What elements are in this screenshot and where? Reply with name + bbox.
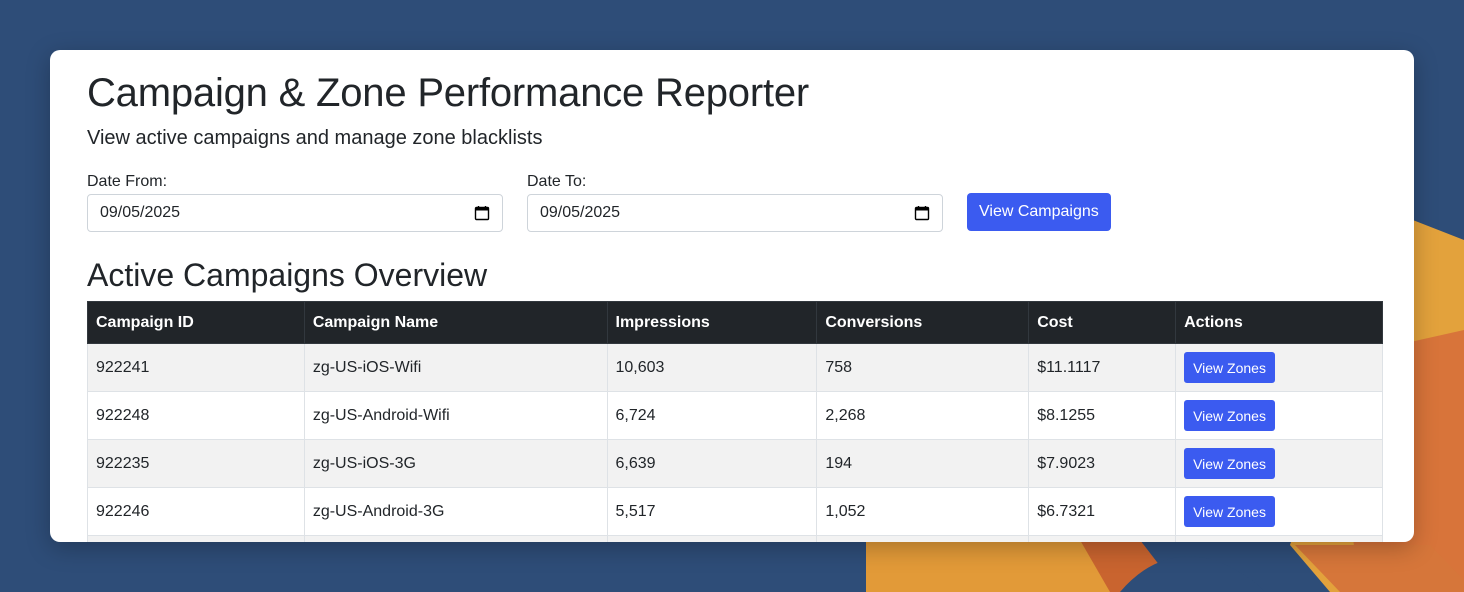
cell-impressions: 10,603: [606, 343, 818, 392]
table-row: 922241 zg-US-iOS-Wifi 10,603 758 $11.111…: [87, 343, 1383, 392]
cell-actions: View Zones: [1175, 487, 1383, 536]
cell-conversions: 2,268: [816, 391, 1030, 440]
cell-campaign-name: zg-US-Android-3G: [303, 487, 608, 536]
date-to-value: 09/05/2025: [540, 204, 621, 221]
cell-actions: View Zones: [1175, 439, 1383, 488]
cell-cost: $7.9023: [1028, 439, 1177, 488]
date-from-label: Date From:: [87, 173, 168, 190]
column-header-impressions: Impressions: [606, 301, 818, 344]
table-header-row: Campaign ID Campaign Name Impressions Co…: [87, 301, 1383, 344]
view-zones-button[interactable]: View Zones: [1184, 496, 1275, 527]
cell-campaign-name: zg-US-iOS-Wifi: [303, 343, 608, 392]
date-to-field: Date To: 09/05/2025: [527, 172, 943, 232]
date-to-label: Date To:: [527, 173, 587, 190]
calendar-icon[interactable]: [914, 205, 930, 221]
campaigns-table: Campaign ID Campaign Name Impressions Co…: [87, 301, 1383, 542]
cell-campaign-id: 922246: [87, 487, 305, 536]
main-panel: Campaign & Zone Performance Reporter Vie…: [50, 50, 1414, 542]
cell-impressions: 5,517: [606, 487, 818, 536]
cell-conversions: 1,052: [816, 487, 1030, 536]
table-row: [87, 535, 1383, 542]
column-header-campaign-id: Campaign ID: [87, 301, 305, 344]
calendar-icon[interactable]: [474, 205, 490, 221]
date-from-field: Date From: 09/05/2025: [87, 172, 503, 232]
date-to-input[interactable]: 09/05/2025: [527, 194, 943, 232]
cell-impressions: 6,724: [606, 391, 818, 440]
section-heading: Active Campaigns Overview: [87, 257, 488, 293]
view-campaigns-button[interactable]: View Campaigns: [967, 193, 1111, 231]
cell-campaign-id: 922248: [87, 391, 305, 440]
date-from-value: 09/05/2025: [100, 204, 181, 221]
column-header-conversions: Conversions: [816, 301, 1030, 344]
cell-campaign-name: zg-US-iOS-3G: [303, 439, 608, 488]
column-header-cost: Cost: [1028, 301, 1177, 344]
column-header-campaign-name: Campaign Name: [303, 301, 608, 344]
cell-cost: $6.7321: [1028, 487, 1177, 536]
date-from-input[interactable]: 09/05/2025: [87, 194, 503, 232]
cell-actions: View Zones: [1175, 343, 1383, 392]
cell-campaign-id: 922241: [87, 343, 305, 392]
view-zones-button[interactable]: View Zones: [1184, 352, 1275, 383]
cell-impressions: 6,639: [606, 439, 818, 488]
cell-conversions: 194: [816, 439, 1030, 488]
cell-cost: $11.1117: [1028, 343, 1177, 392]
page-subtitle: View active campaigns and manage zone bl…: [87, 127, 543, 149]
table-row: 922235 zg-US-iOS-3G 6,639 194 $7.9023 Vi…: [87, 439, 1383, 488]
cell-conversions: 758: [816, 343, 1030, 392]
table-row: 922246 zg-US-Android-3G 5,517 1,052 $6.7…: [87, 487, 1383, 536]
table-row: 922248 zg-US-Android-Wifi 6,724 2,268 $8…: [87, 391, 1383, 440]
cell-campaign-id: 922235: [87, 439, 305, 488]
page-title: Campaign & Zone Performance Reporter: [87, 71, 810, 115]
view-zones-button[interactable]: View Zones: [1184, 400, 1275, 431]
cell-cost: $8.1255: [1028, 391, 1177, 440]
cell-actions: View Zones: [1175, 391, 1383, 440]
cell-campaign-name: zg-US-Android-Wifi: [303, 391, 608, 440]
view-zones-button[interactable]: View Zones: [1184, 448, 1275, 479]
column-header-actions: Actions: [1175, 301, 1383, 344]
